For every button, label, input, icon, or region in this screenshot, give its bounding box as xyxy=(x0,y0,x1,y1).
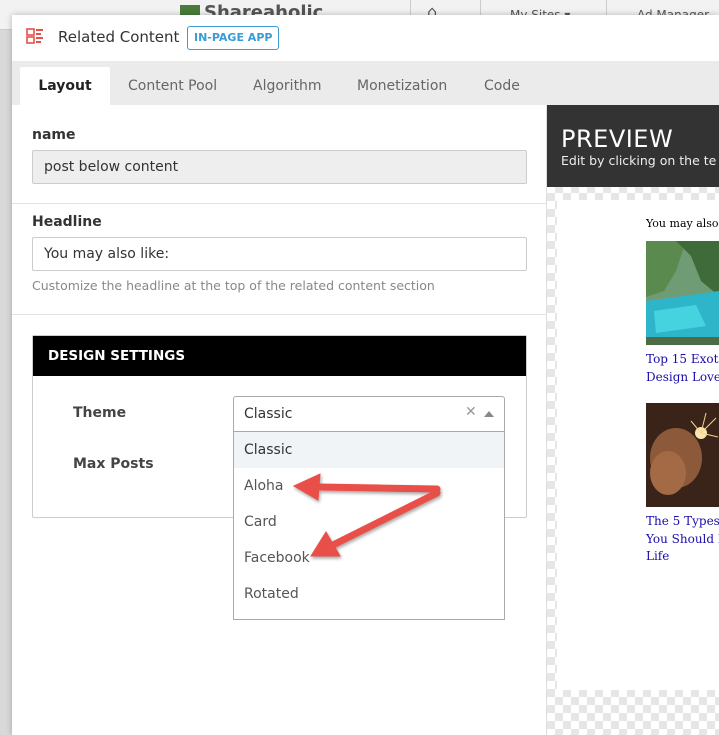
modal-header: Related Content IN-PAGE APP xyxy=(12,15,719,61)
theme-dropdown-list: Classic Aloha Card Facebook Rotated xyxy=(233,432,505,620)
headline-help-text: Customize the headline at the top of the… xyxy=(32,278,435,293)
related-content-app-icon xyxy=(26,28,43,44)
chevron-up-icon[interactable] xyxy=(484,411,494,417)
tab-monetization[interactable]: Monetization xyxy=(357,67,447,105)
theme-option-classic[interactable]: Classic xyxy=(234,432,504,468)
preview-post-title-line: Top 15 Exotic xyxy=(646,352,719,366)
tab-layout[interactable]: Layout xyxy=(20,67,110,105)
preview-post-link[interactable]: Top 15 Exotic Design Lovers xyxy=(646,351,719,386)
max-posts-label: Max Posts xyxy=(73,456,154,472)
theme-label: Theme xyxy=(73,405,127,421)
theme-option-facebook[interactable]: Facebook xyxy=(234,540,504,576)
preview-headline[interactable]: You may also lik xyxy=(646,217,719,230)
theme-option-aloha[interactable]: Aloha xyxy=(234,468,504,504)
preview-post-title-line: The 5 Types O xyxy=(646,514,719,528)
design-settings-header: DESIGN SETTINGS xyxy=(33,336,526,376)
theme-option-card[interactable]: Card xyxy=(234,504,504,540)
preview-post-title-line: You Should K xyxy=(646,531,719,546)
theme-option-rotated[interactable]: Rotated xyxy=(234,576,504,612)
preview-thumbnail-sparkler[interactable] xyxy=(646,403,719,507)
divider xyxy=(12,203,547,204)
headline-field[interactable]: You may also like: xyxy=(32,237,527,271)
name-label: name xyxy=(32,127,76,143)
preview-subtitle: Edit by clicking on the te xyxy=(561,153,717,168)
preview-title: PREVIEW xyxy=(561,125,674,153)
preview-post-title-line: Life xyxy=(646,549,670,563)
headline-label: Headline xyxy=(32,214,102,230)
divider xyxy=(12,314,547,315)
preview-thumbnail-pool[interactable] xyxy=(646,241,719,345)
tab-bar: Layout Content Pool Algorithm Monetizati… xyxy=(12,61,719,105)
tab-content-pool[interactable]: Content Pool xyxy=(128,67,217,105)
preview-post-title-line: Design Lovers xyxy=(646,369,719,384)
name-field[interactable]: post below content xyxy=(32,150,527,184)
tab-code[interactable]: Code xyxy=(484,67,520,105)
preview-header: PREVIEW Edit by clicking on the te xyxy=(547,105,719,187)
tab-algorithm[interactable]: Algorithm xyxy=(253,67,322,105)
in-page-app-badge: IN-PAGE APP xyxy=(187,26,280,50)
clear-icon[interactable]: ✕ xyxy=(465,404,477,420)
modal-title: Related Content xyxy=(58,28,180,46)
preview-post-link[interactable]: The 5 Types O You Should K Life xyxy=(646,513,719,566)
